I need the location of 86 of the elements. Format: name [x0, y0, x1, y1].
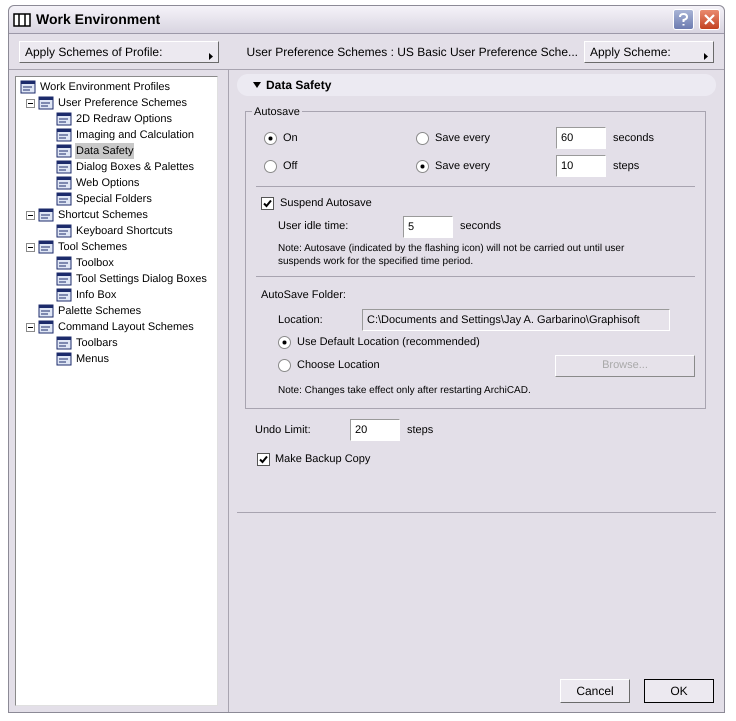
dialog-button[interactable]: OK	[644, 679, 714, 703]
window-icon	[56, 175, 72, 191]
tree-item[interactable]: Shortcut Schemes	[57, 206, 149, 224]
tree-item[interactable]: Work Environment Profiles	[39, 78, 172, 96]
radio-label: Choose Location	[297, 358, 380, 374]
field-label: User idle time:	[278, 219, 350, 234]
unit-label: steps	[613, 158, 640, 174]
window-icon	[38, 95, 54, 111]
input-field[interactable]: 10	[556, 155, 606, 177]
caret-down-icon	[253, 81, 261, 89]
window-icon	[56, 271, 72, 287]
checkbox[interactable]	[261, 196, 274, 210]
tree-item[interactable]: Toolbox	[75, 254, 115, 272]
checkbox-label: Make Backup Copy	[275, 452, 370, 467]
tree-item[interactable]: Palette Schemes	[57, 302, 142, 320]
field-label: Location:	[278, 312, 324, 328]
tree-item[interactable]: Keyboard Shortcuts	[75, 222, 174, 240]
radio-label: On	[283, 130, 298, 146]
radio-label: Use Default Location (recommended)	[297, 335, 480, 350]
collapse-icon[interactable]	[26, 242, 35, 252]
radio-button[interactable]	[278, 336, 291, 349]
tree-item[interactable]: 2D Redraw Options	[75, 110, 173, 128]
window-icon	[56, 223, 72, 239]
note-text: Note: Autosave (indicated by the flashing icon) will not be carried out until user suspends work for the specified time period.	[277, 242, 626, 268]
window-icon	[38, 239, 54, 255]
tree-item[interactable]: User Preference Schemes	[57, 94, 188, 112]
collapse-icon[interactable]	[26, 210, 35, 220]
input-field[interactable]: 5	[403, 216, 453, 238]
tree-item[interactable]: Dialog Boxes & Palettes	[75, 158, 196, 176]
close-icon	[704, 14, 715, 25]
window-icon	[38, 319, 54, 335]
tree-item[interactable]: Info Box	[75, 286, 118, 304]
window-icon	[56, 143, 72, 159]
window-icon	[56, 335, 72, 351]
unit-label: seconds	[613, 130, 654, 146]
tree-item[interactable]: Menus	[75, 350, 110, 368]
arrow-icon	[209, 52, 213, 60]
dialog-button[interactable]: Cancel	[560, 679, 630, 703]
tree-item[interactable]: Command Layout Schemes	[57, 318, 195, 336]
radio-label: Save every	[435, 158, 490, 174]
checkbox[interactable]	[257, 452, 270, 466]
arrow-icon	[704, 52, 708, 60]
radio-button[interactable]	[416, 160, 429, 172]
window-title: Work Environment	[36, 10, 160, 29]
radio-label: Off	[283, 158, 298, 174]
tree-item[interactable]: Imaging and Calculation	[75, 126, 196, 144]
note-text: Note: Changes take effect only after restarting ArchiCAD.	[277, 384, 532, 398]
radio-button[interactable]	[264, 132, 277, 144]
apply-scheme-button[interactable]: Apply Scheme:	[584, 40, 714, 62]
checkbox-label: Suspend Autosave	[280, 196, 372, 211]
window-icon	[56, 351, 72, 367]
radio-button[interactable]	[416, 132, 429, 144]
window-icon	[56, 255, 72, 271]
collapse-icon[interactable]	[26, 98, 35, 108]
radio-label: Save every	[435, 130, 490, 146]
window-icon	[38, 207, 54, 223]
help-icon	[679, 13, 688, 26]
window-icon	[56, 111, 72, 127]
apply-profile-button[interactable]: Apply Schemes of Profile:	[19, 40, 219, 62]
window-icon	[56, 159, 72, 175]
tree-item[interactable]: Tool Schemes	[57, 238, 128, 256]
scheme-path: User Preference Schemes : US Basic User Preference Sche...	[246, 44, 578, 60]
tree-item[interactable]: Web Options	[75, 174, 140, 192]
close-button[interactable]	[699, 9, 720, 30]
window-icon	[56, 127, 72, 143]
window-icon	[38, 303, 54, 319]
input-field[interactable]: 20	[350, 419, 400, 441]
book-icon	[13, 12, 31, 28]
tree-item[interactable]: Special Folders	[75, 190, 153, 208]
radio-button[interactable]	[278, 359, 291, 372]
field-label: Undo Limit:	[255, 422, 312, 438]
section-header[interactable]: Data Safety	[237, 74, 716, 96]
window-icon	[56, 191, 72, 207]
window-icon	[20, 79, 36, 95]
radio-button[interactable]	[264, 160, 277, 172]
window-icon	[56, 287, 72, 303]
group-title: AutoSave Folder:	[261, 288, 346, 300]
tree-item[interactable]: Toolbars	[75, 334, 119, 352]
tree-item[interactable]: Data Safety	[75, 142, 134, 160]
unit-label: steps	[407, 422, 434, 438]
tree-item[interactable]: Tool Settings Dialog Boxes	[75, 270, 208, 288]
input-field[interactable]: C:\Documents and Settings\Jay A. Garbarino\Graphisoft	[362, 309, 670, 331]
input-field[interactable]: 60	[556, 127, 606, 149]
unit-label: seconds	[460, 219, 501, 234]
help-button[interactable]	[673, 9, 694, 30]
collapse-icon[interactable]	[26, 322, 35, 332]
